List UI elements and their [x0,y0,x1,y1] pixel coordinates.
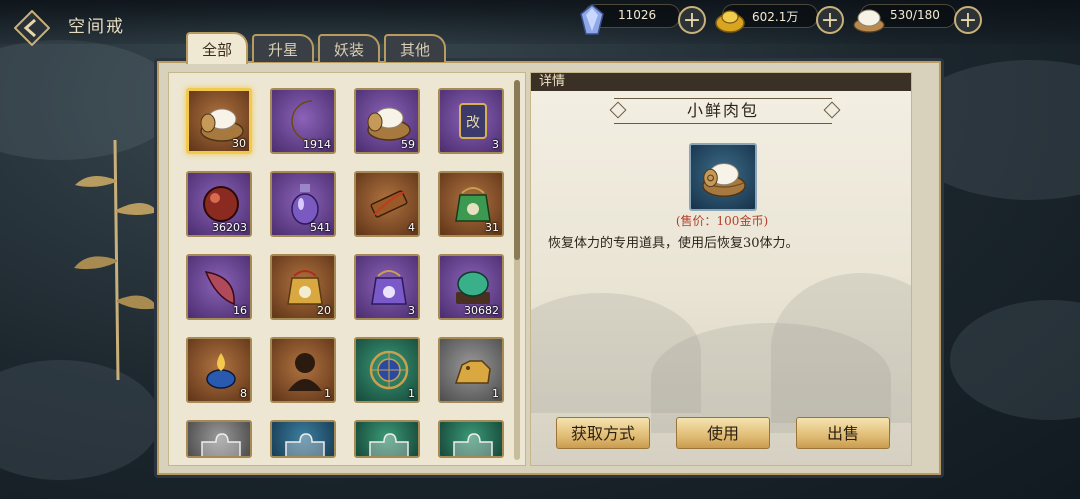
inventory-slot[interactable] [186,420,252,458]
svg-text:改: 改 [466,115,480,131]
gold-amount: 602.1万 [752,10,799,24]
item-count: 8 [240,387,247,400]
item-count: 36203 [212,221,247,234]
purple-pouch-icon [371,270,407,305]
inventory-slot[interactable]: 1914 [270,88,336,154]
steamed-bun-icon [853,9,885,33]
wooden-charm-icon [370,190,408,218]
item-count: 31 [485,221,499,234]
crystal-amount: 11026 [618,8,657,22]
inventory-slot[interactable]: 8 [186,337,252,403]
item-count: 1 [492,387,499,400]
inventory-slot[interactable]: 30 [186,88,252,154]
tab-demon-gear[interactable]: 妖装 [318,34,380,62]
steamed-bun-basket-icon [702,163,746,197]
inventory-slot[interactable] [354,420,420,458]
puzzle-piece-icon [453,433,493,456]
crystal-icon [580,4,604,35]
add-stamina-button[interactable]: + [954,6,982,34]
inventory-slot[interactable]: 4 [354,171,420,237]
inventory-slot[interactable]: 30682 [438,254,504,320]
scrollbar-thumb[interactable] [514,80,520,260]
item-price: (售价：100金币) [675,214,769,228]
item-count: 3 [408,304,415,317]
top-bar: 空间戒 11026 + 602.1万 + 530/180 + [0,0,1080,47]
inventory-slot[interactable]: 改3 [438,88,504,154]
item-count: 3 [492,138,499,151]
inventory-slot[interactable]: 20 [270,254,336,320]
item-count: 1 [324,387,331,400]
inventory-slot[interactable]: 3 [354,254,420,320]
item-count: 20 [317,304,331,317]
inventory-slot[interactable]: 541 [270,171,336,237]
inventory-scrollbar[interactable] [514,80,520,460]
scroll-token-icon: 改 [459,103,487,139]
item-count: 16 [233,304,247,317]
inventory-slot[interactable]: 1 [354,337,420,403]
golden-tiger-icon [454,360,491,384]
obtain-method-button[interactable]: 获取方式 [556,417,650,449]
item-count: 1914 [303,138,331,151]
back-arrow-icon [13,9,51,47]
gold-ingot-icon [715,10,745,33]
item-count: 30682 [464,304,499,317]
detail-header: 详情 [531,73,911,91]
inventory-slot[interactable]: 1 [270,337,336,403]
item-count: 4 [408,221,415,234]
inventory-slot[interactable]: 16 [186,254,252,320]
stamina-amount: 530/180 [890,8,940,22]
puzzle-piece-icon [285,433,325,456]
inventory-slot[interactable]: 31 [438,171,504,237]
use-button[interactable]: 使用 [676,417,770,449]
item-count: 1 [408,387,415,400]
item-name: 小鲜肉包 [614,98,832,124]
inventory-slot[interactable]: 36203 [186,171,252,237]
puzzle-piece-icon [369,433,409,456]
inventory-slot[interactable]: 1 [438,337,504,403]
puzzle-piece-icon [201,433,241,456]
inventory-slot[interactable]: 59 [354,88,420,154]
add-gold-button[interactable]: + [816,6,844,34]
detail-item-icon [689,143,757,211]
astrolabe-icon [369,350,409,390]
add-crystal-button[interactable]: + [678,6,706,34]
tab-star-up[interactable]: 升星 [252,34,314,62]
item-description: 恢复体力的专用道具，使用后恢复30体力。 [548,236,799,251]
bamboo-decoration [74,140,158,380]
tab-all[interactable]: 全部 [186,32,248,64]
item-count: 541 [310,221,331,234]
page-title: 空间戒 [68,17,125,37]
silhouette-icon [288,353,322,391]
inventory-slot[interactable] [438,420,504,458]
tab-other[interactable]: 其他 [384,34,446,62]
detail-panel: 详情 [530,72,912,466]
blue-lamp-icon [206,353,236,389]
item-count: 59 [401,138,415,151]
sell-button[interactable]: 出售 [796,417,890,449]
inventory-slot[interactable] [270,420,336,458]
back-button[interactable] [13,9,51,47]
item-count: 30 [232,137,246,150]
